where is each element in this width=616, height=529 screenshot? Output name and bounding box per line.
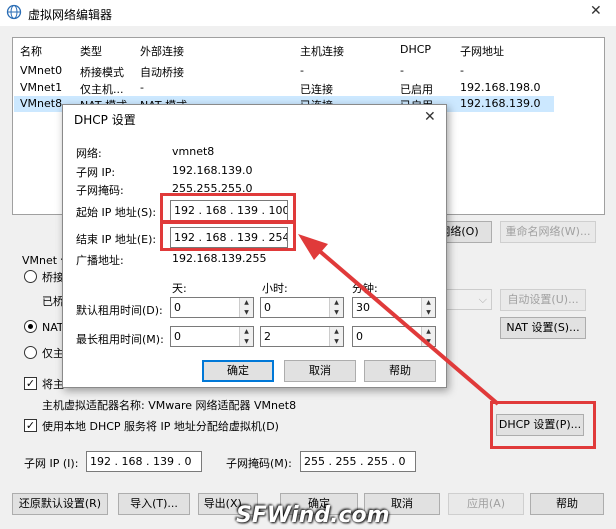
annotation-arrow: [298, 234, 500, 406]
watermark: SFWind.com: [236, 503, 390, 528]
